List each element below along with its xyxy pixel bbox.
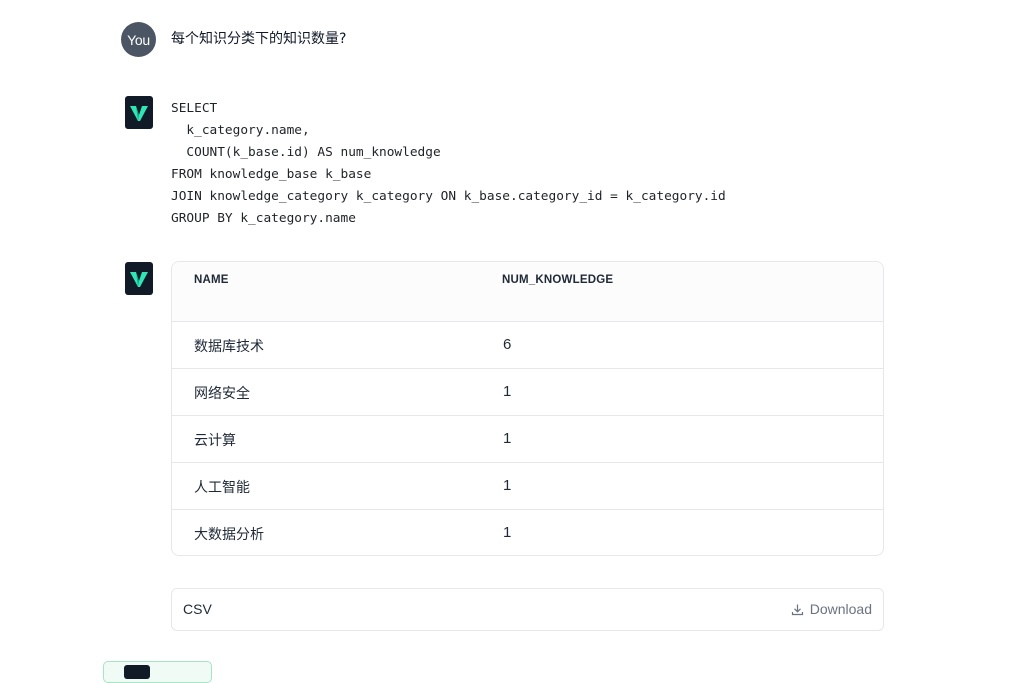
user-question: 每个知识分类下的知识数量? [171, 31, 347, 47]
user-avatar: You [121, 22, 156, 57]
next-message-card[interactable] [103, 661, 212, 683]
export-format-label: CSV [183, 601, 212, 617]
bot-logo-icon [125, 96, 153, 129]
cell-num-knowledge: 1 [503, 430, 512, 447]
column-header-name[interactable]: NAME [194, 274, 229, 286]
table-header: NAME NUM_KNOWLEDGE [172, 262, 883, 322]
table-row: 数据库技术 6 [172, 322, 883, 369]
bot-logo-icon [125, 262, 153, 295]
cell-name: 大数据分析 [194, 527, 264, 543]
cell-name: 数据库技术 [194, 339, 264, 355]
table-row: 网络安全 1 [172, 369, 883, 416]
cell-num-knowledge: 1 [503, 383, 512, 400]
cell-num-knowledge: 1 [503, 524, 512, 541]
column-header-num-knowledge[interactable]: NUM_KNOWLEDGE [502, 274, 613, 286]
table-row: 人工智能 1 [172, 463, 883, 510]
csv-export-bar: CSV Download [171, 588, 884, 631]
cell-num-knowledge: 1 [503, 477, 512, 494]
table-row: 大数据分析 1 [172, 510, 883, 555]
bot-logo-icon [124, 665, 150, 679]
table-row: 云计算 1 [172, 416, 883, 463]
cell-name: 云计算 [194, 433, 236, 449]
download-icon [791, 604, 803, 615]
result-table: NAME NUM_KNOWLEDGE 数据库技术 6 网络安全 1 云计算 1 … [171, 261, 884, 556]
download-label: Download [809, 601, 872, 617]
cell-name: 网络安全 [194, 386, 250, 402]
download-button[interactable]: Download [791, 600, 872, 618]
cell-num-knowledge: 6 [503, 336, 512, 353]
cell-name: 人工智能 [194, 480, 250, 496]
sql-code-block: SELECT k_category.name, COUNT(k_base.id)… [171, 101, 726, 226]
